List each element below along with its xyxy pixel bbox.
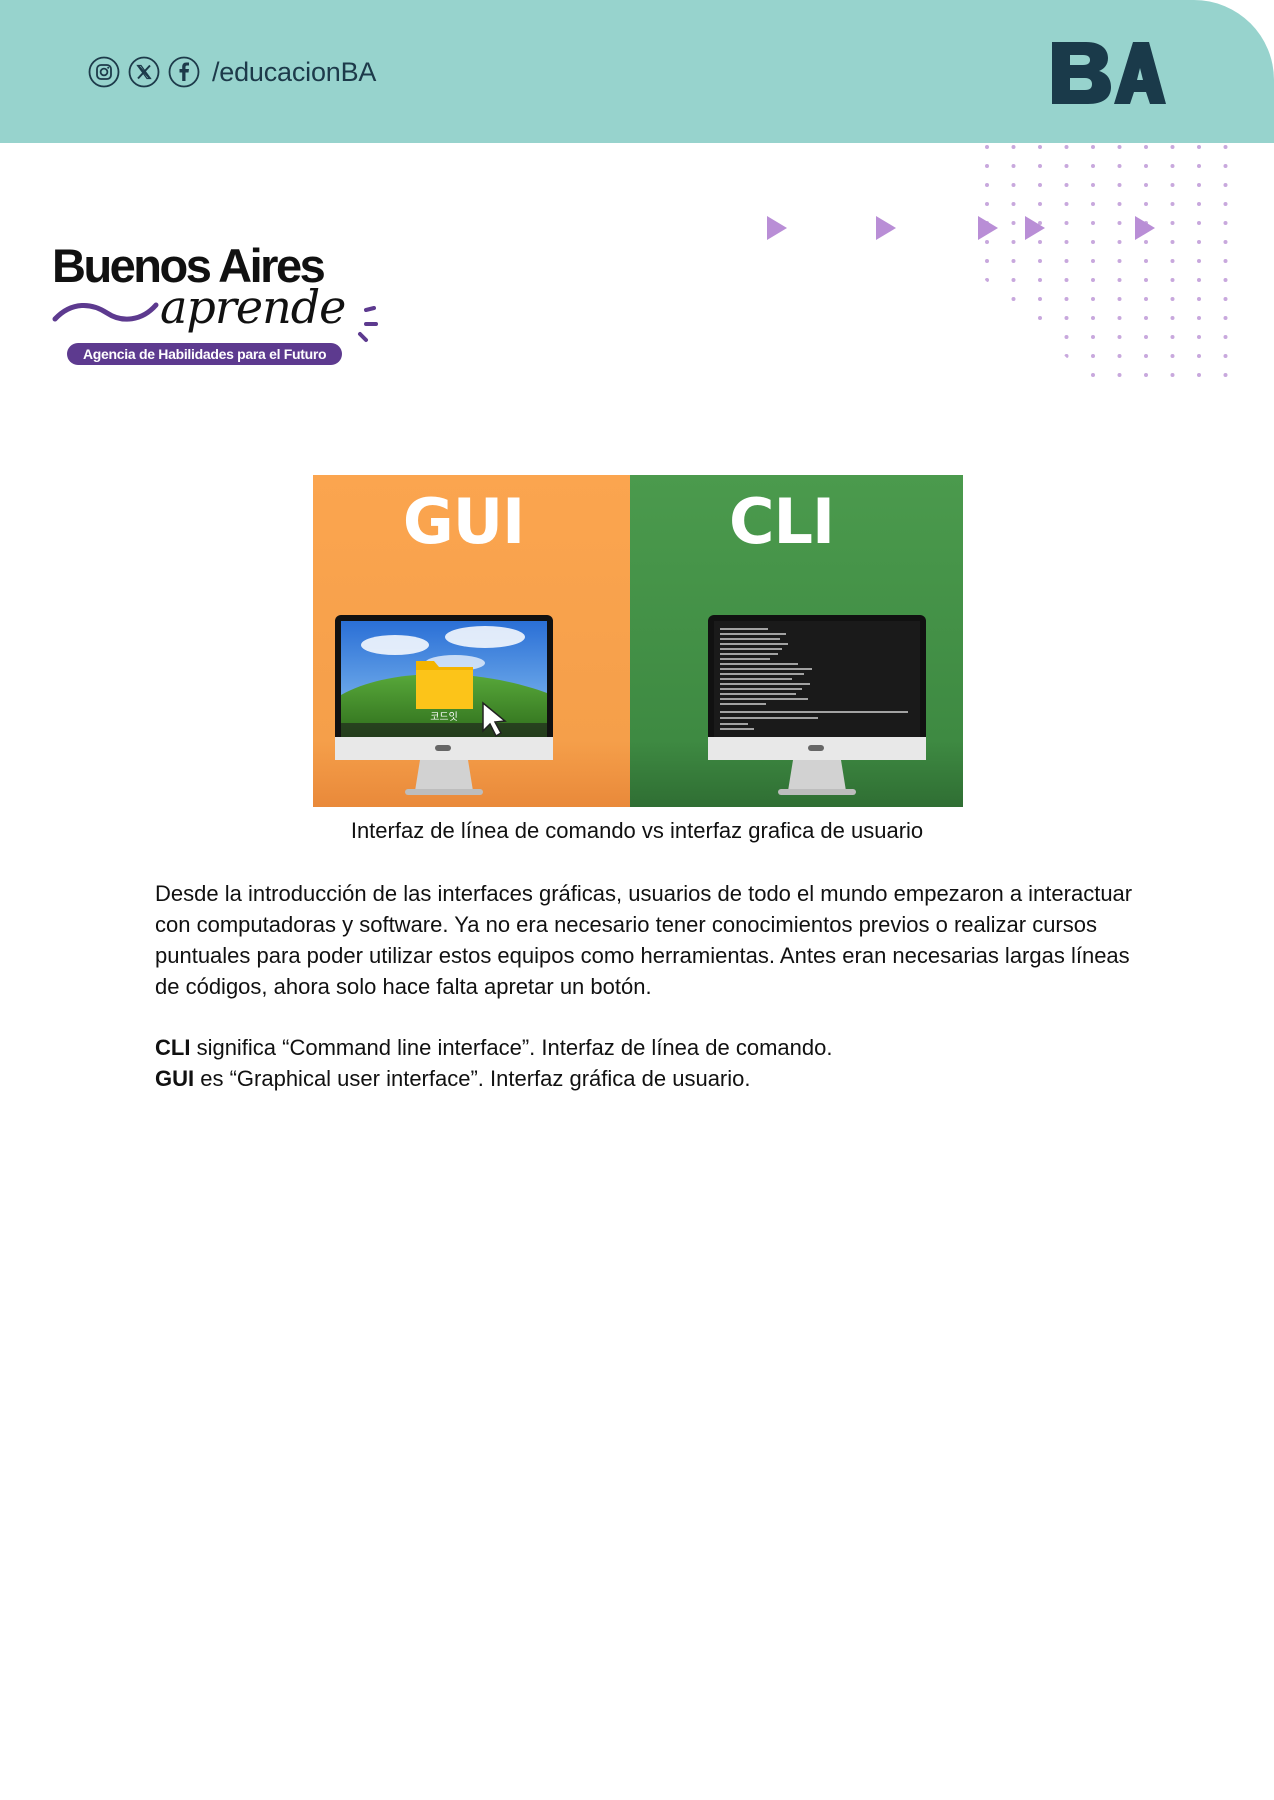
body-text: Desde la introducción de las interfaces … bbox=[155, 878, 1155, 1094]
cli-title: CLI bbox=[728, 485, 835, 558]
spark-icon bbox=[358, 306, 378, 342]
arrow-icon bbox=[767, 216, 787, 240]
header-band: /educacionBA bbox=[0, 0, 1274, 143]
swoosh-icon bbox=[52, 302, 159, 322]
arrow-icon bbox=[1135, 216, 1155, 240]
definition-gui: GUI es “Graphical user interface”. Inter… bbox=[155, 1063, 1155, 1094]
definition-cli: CLI significa “Command line interface”. … bbox=[155, 1032, 1155, 1063]
ba-logo bbox=[1052, 42, 1166, 104]
cli-panel: CLI bbox=[630, 475, 963, 807]
folder-label: 코드잇 bbox=[430, 711, 458, 723]
figure-caption: Interfaz de línea de comando vs interfaz… bbox=[350, 818, 924, 843]
gui-vs-cli-image: GUI 코드잇 CLI bbox=[313, 475, 963, 807]
gui-panel: GUI 코드잇 bbox=[313, 475, 630, 807]
intro-paragraph: Desde la introducción de las interfaces … bbox=[155, 881, 1133, 999]
brand-script: aprende bbox=[160, 280, 346, 334]
gui-monitor-illustration: 코드잇 bbox=[335, 615, 553, 795]
definition-term: GUI bbox=[155, 1066, 195, 1091]
social-links: /educacionBA bbox=[88, 54, 376, 90]
gui-title: GUI bbox=[402, 485, 525, 558]
definition-text: significa “Command line interface”. Inte… bbox=[190, 1035, 833, 1060]
buenos-aires-aprende-logo: Buenos Aires aprende Agencia de Habilida… bbox=[52, 242, 392, 372]
arrow-icon bbox=[1025, 216, 1045, 240]
definition-term: CLI bbox=[155, 1035, 191, 1060]
arrow-icon bbox=[876, 216, 896, 240]
brand-tagline: Agencia de Habilidades para el Futuro bbox=[67, 343, 343, 365]
definition-text: es “Graphical user interface”. Interfaz … bbox=[194, 1066, 751, 1091]
instagram-icon[interactable] bbox=[88, 56, 120, 88]
cli-monitor-illustration bbox=[708, 615, 926, 795]
x-icon[interactable] bbox=[128, 56, 160, 88]
facebook-icon[interactable] bbox=[168, 56, 200, 88]
social-handle[interactable]: /educacionBA bbox=[212, 57, 376, 88]
arrow-icon bbox=[978, 216, 998, 240]
